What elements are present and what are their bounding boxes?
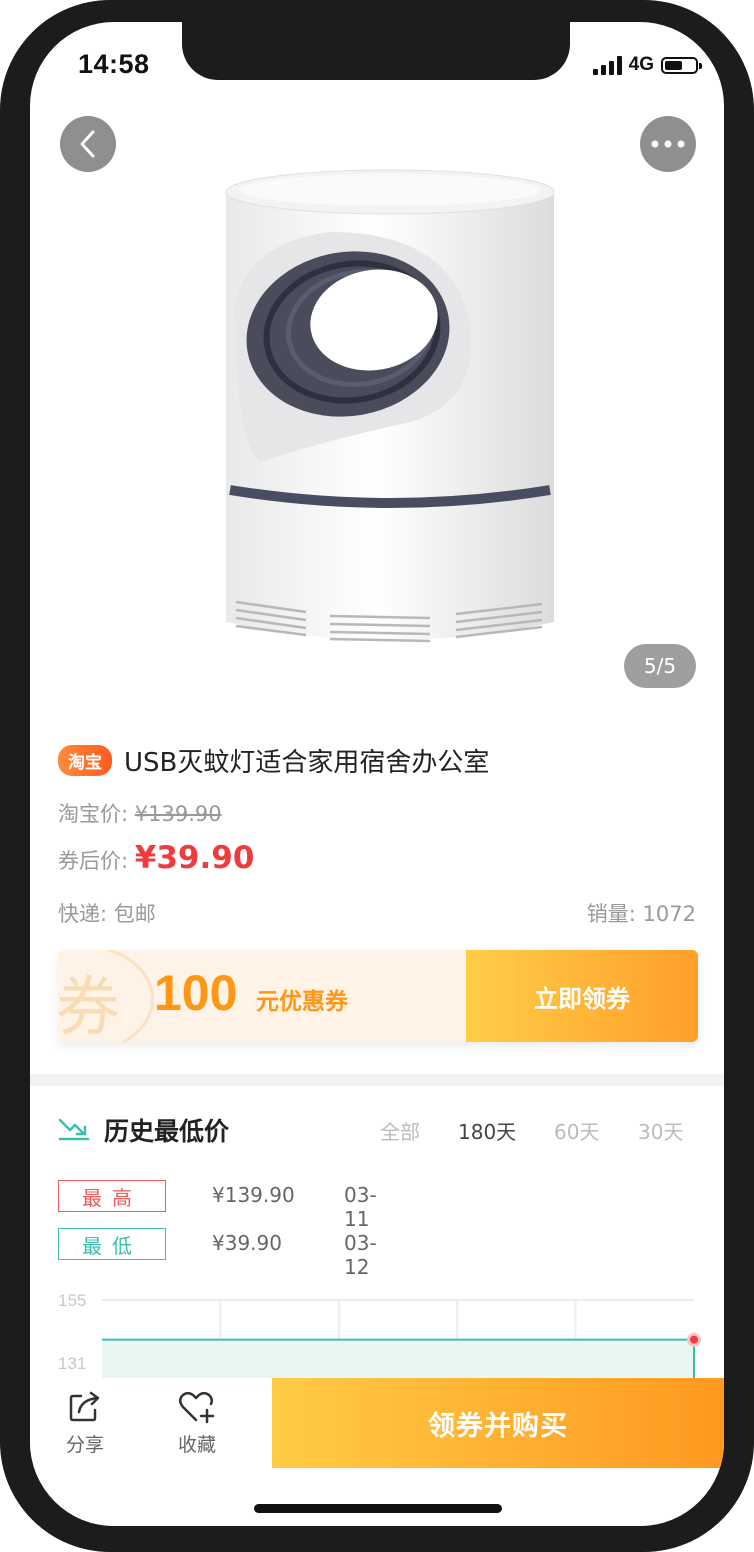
status-icons: 4G: [592, 53, 702, 77]
data-point-marker: [690, 1335, 698, 1344]
final-price-row: 券后价: ¥39.90: [58, 840, 254, 876]
range-tab-60[interactable]: 60天: [554, 1116, 599, 1145]
share-button[interactable]: 分享: [50, 1390, 120, 1457]
coupon-card: 券 100 元优惠券 立即领券: [58, 950, 698, 1042]
shipping-info: 快递: 包邮: [58, 902, 156, 926]
status-time: 14:58: [78, 49, 150, 79]
heart-plus-icon: [179, 1392, 215, 1424]
product-image[interactable]: [30, 22, 724, 722]
series-area: [102, 1339, 694, 1380]
home-indicator: [254, 1504, 502, 1513]
price-history-chart: 155 131: [58, 1291, 701, 1380]
lowest-tag: 最低: [58, 1228, 166, 1260]
more-button[interactable]: [640, 116, 696, 172]
back-button[interactable]: [60, 116, 116, 172]
coupon-amount-label: 元优惠券: [256, 989, 348, 1015]
y-tick-label: 155: [58, 1291, 86, 1310]
original-price-row: 淘宝价: ¥139.90: [58, 798, 222, 828]
more-icon: [651, 140, 685, 148]
phone-frame: 14:58 4G 5/5 淘宝 USB灭蚊灯适合家用宿舍办公室 淘宝价: ¥13…: [0, 0, 754, 1552]
claim-coupon-button[interactable]: 立即领券: [466, 950, 698, 1042]
lowest-date: 03-12: [344, 1231, 377, 1279]
notch: [182, 22, 570, 80]
coupon-info: 券 100 元优惠券: [58, 950, 466, 1042]
section-divider: [30, 1074, 724, 1086]
original-price-label: 淘宝价:: [58, 802, 129, 826]
share-icon: [69, 1391, 100, 1422]
range-tab-30[interactable]: 30天: [638, 1116, 683, 1145]
final-price: ¥39.90: [134, 840, 255, 876]
highest-price: ¥139.90: [212, 1183, 295, 1207]
sales-count: 销量: 1072: [586, 902, 696, 926]
network-type: 4G: [628, 54, 654, 75]
chevron-left-icon: [80, 130, 95, 158]
range-tab-all[interactable]: 全部: [380, 1116, 420, 1145]
share-label: 分享: [65, 1434, 104, 1456]
price-history-header: 历史最低价 全部 180天 60天 30天: [58, 1112, 698, 1152]
coupon-mark: 券: [58, 971, 120, 1042]
claim-and-buy-button[interactable]: 领券并购买: [272, 1378, 724, 1468]
highest-date: 03-11: [344, 1183, 377, 1231]
favorite-button[interactable]: 收藏: [162, 1390, 232, 1457]
favorite-label: 收藏: [177, 1434, 216, 1456]
lowest-price: ¥39.90: [212, 1231, 282, 1255]
taobao-badge: 淘宝: [58, 745, 112, 776]
price-history-title: 历史最低价: [104, 1117, 230, 1146]
signal-icon: [592, 55, 622, 75]
screen: 14:58 4G 5/5 淘宝 USB灭蚊灯适合家用宿舍办公室 淘宝价: ¥13…: [30, 22, 724, 1526]
product-title-row: 淘宝 USB灭蚊灯适合家用宿舍办公室: [58, 742, 489, 779]
highest-tag: 最高: [58, 1180, 166, 1212]
trend-down-icon: [58, 1118, 90, 1141]
final-price-label: 券后价:: [58, 849, 129, 873]
product-title: USB灭蚊灯适合家用宿舍办公室: [124, 748, 490, 778]
y-tick-label: 131: [58, 1354, 86, 1373]
original-price: ¥139.90: [134, 802, 222, 826]
gallery-page-indicator: 5/5: [624, 644, 696, 688]
range-tab-180[interactable]: 180天: [458, 1116, 516, 1145]
battery-icon: [661, 56, 702, 74]
coupon-amount: 100: [154, 965, 238, 1021]
